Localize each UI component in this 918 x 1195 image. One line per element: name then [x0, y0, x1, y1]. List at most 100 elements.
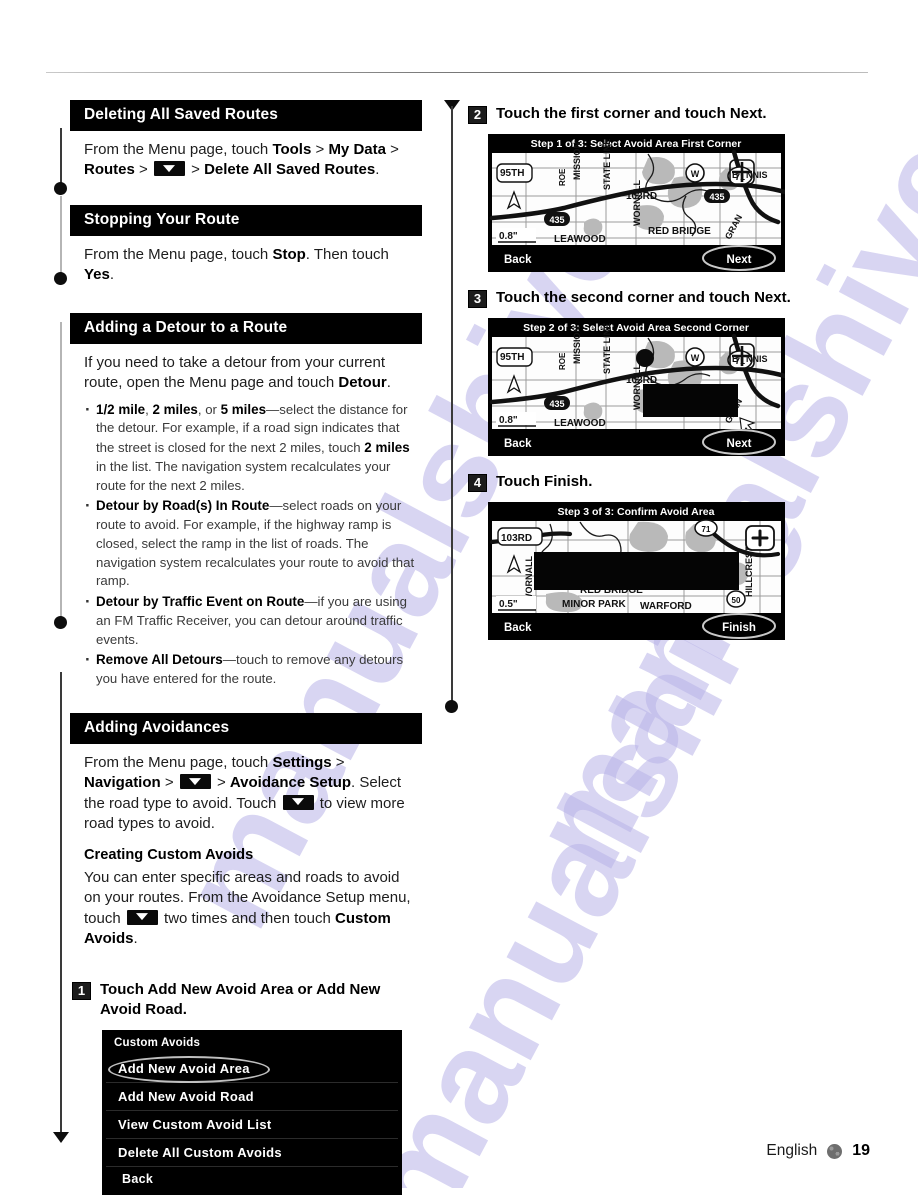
svg-text:WORNALL: WORNALL [524, 556, 534, 602]
screen-title: Step 1 of 3: Select Avoid Area First Cor… [531, 138, 742, 150]
screen-title: Custom Avoids [114, 1036, 201, 1049]
step-1: 1 Touch Add New Avoid Area or Add New Av… [72, 980, 422, 1020]
section-heading: Adding a Detour to a Route [70, 312, 422, 344]
manual-page: manualshive manualshive manualshive Dele… [0, 0, 918, 1195]
menu-item-add-new-avoid-area[interactable]: Add New Avoid Area [102, 1055, 402, 1083]
screen-title: Step 2 of 3: Select Avoid Area Second Co… [523, 322, 749, 334]
section-heading: Deleting All Saved Routes [70, 100, 422, 131]
svg-text:103RD: 103RD [501, 533, 532, 544]
subsection-heading: Creating Custom Avoids [84, 846, 254, 863]
section-paragraph: From the Menu page, touch Tools > My Dat… [84, 140, 399, 179]
svg-text:STATE LINE: STATE LINE [602, 139, 612, 190]
back-button[interactable]: Back [504, 254, 532, 266]
svg-text:435: 435 [709, 192, 724, 202]
step-2: 2 Touch the first corner and touch Next. [468, 104, 820, 124]
step-instruction: Touch the second corner and touch Next. [496, 289, 791, 306]
step-instruction: Touch the first corner and touch Next. [496, 105, 767, 122]
step-number-badge: 1 [72, 981, 91, 1000]
section-stopping-your-route: Stopping Your Route From the Menu page, … [70, 204, 422, 286]
list-item: Detour by Road(s) In Route—select roads … [84, 494, 420, 591]
section-deleting-all-saved-routes: Deleting All Saved Routes From the Menu … [70, 100, 422, 181]
gps-screen-confirm-avoid-area[interactable]: Step 3 of 3: Confirm Avoid Area 71 50 10… [488, 502, 785, 640]
chevron-down-icon [179, 774, 211, 790]
section-adding-avoidances: Adding Avoidances From the Menu page, to… [70, 712, 422, 950]
list-item: Remove All Detours—touch to remove any d… [84, 648, 420, 688]
footer-language: English [766, 1142, 818, 1159]
svg-text:LEAWOOD: LEAWOOD [554, 234, 606, 245]
svg-text:ROE: ROE [558, 352, 567, 370]
section-heading: Stopping Your Route [70, 204, 422, 236]
selection-highlight-ellipse [108, 1055, 270, 1083]
svg-text:435: 435 [549, 215, 564, 225]
svg-text:50: 50 [732, 596, 741, 605]
svg-text:435: 435 [549, 399, 564, 409]
menu-item-label: Delete All Custom Avoids [118, 1144, 282, 1160]
scale-label: 0.8" [499, 231, 518, 242]
avoid-area-rectangle [643, 384, 738, 417]
next-button[interactable]: Next [727, 254, 752, 266]
svg-text:WORNALL: WORNALL [632, 180, 642, 226]
svg-text:ROE: ROE [558, 168, 567, 186]
chevron-down-icon [126, 909, 158, 925]
header-divider [46, 72, 868, 73]
back-button[interactable]: Back [504, 438, 532, 450]
avoid-area-rectangle [534, 552, 739, 590]
svg-text:95TH: 95TH [500, 352, 524, 363]
step-number-badge: 3 [468, 290, 487, 308]
svg-text:MISSION: MISSION [572, 142, 582, 180]
svg-text:MISSION: MISSION [572, 326, 582, 364]
gps-screen-second-corner[interactable]: Step 2 of 3: Select Avoid Area Second Co… [488, 318, 785, 456]
step-instruction: Touch Finish. [496, 473, 593, 490]
menu-item-label: View Custom Avoid List [118, 1116, 272, 1132]
section-paragraph: From the Menu page, touch Settings > Nav… [84, 753, 405, 833]
menu-item-add-new-avoid-road[interactable]: Add New Avoid Road [102, 1083, 402, 1110]
scale-label: 0.8" [499, 415, 518, 426]
svg-text:STATE LINE: STATE LINE [602, 323, 612, 374]
chevron-down-icon [282, 794, 314, 810]
plus-icon[interactable] [745, 525, 775, 551]
svg-text:HILLCREST: HILLCREST [744, 546, 754, 597]
section-paragraph: If you need to take a detour from your c… [84, 353, 391, 392]
list-item: Detour by Traffic Event on Route—if you … [84, 590, 420, 649]
list-item: 1/2 mile, 2 miles, or 5 miles—select the… [84, 398, 420, 496]
svg-text:RED BRIDGE: RED BRIDGE [648, 226, 711, 237]
page-footer: English 19 [766, 1142, 870, 1160]
page-number: 19 [852, 1142, 870, 1159]
chevron-down-icon [153, 161, 185, 177]
menu-item-label: Add New Avoid Road [118, 1088, 254, 1104]
step-number-badge: 2 [468, 106, 487, 124]
section-paragraph-2: You can enter specific areas and roads t… [84, 868, 411, 948]
svg-text:MINOR PARK: MINOR PARK [562, 599, 626, 610]
screenshot-step-1-of-3: Step 1 of 3: Select Avoid Area First Cor… [488, 134, 820, 272]
gps-screen-first-corner[interactable]: Step 1 of 3: Select Avoid Area First Cor… [488, 134, 785, 272]
menu-back-button[interactable]: Back [102, 1167, 402, 1189]
svg-text:LEAWOOD: LEAWOOD [554, 418, 606, 429]
right-column: 2 Touch the first corner and touch Next.… [468, 100, 820, 646]
svg-text:W: W [691, 353, 700, 363]
section-heading: Adding Avoidances [70, 712, 422, 744]
screenshot-step-3-of-3: Step 3 of 3: Confirm Avoid Area 71 50 10… [488, 502, 820, 640]
screenshot-step-2-of-3: Step 2 of 3: Select Avoid Area Second Co… [488, 318, 820, 456]
scale-label: 0.5" [499, 599, 518, 610]
finish-button[interactable]: Finish [722, 622, 756, 634]
svg-text:95TH: 95TH [500, 168, 524, 179]
menu-item-view-custom-avoid-list[interactable]: View Custom Avoid List [102, 1111, 402, 1138]
svg-text:71: 71 [702, 525, 711, 534]
screen-title: Step 3 of 3: Confirm Avoid Area [558, 506, 715, 518]
menu-item-delete-all-custom-avoids[interactable]: Delete All Custom Avoids [102, 1139, 402, 1166]
step-number-badge: 4 [468, 474, 487, 492]
custom-avoids-screen: Custom Avoids Add New Avoid Area Add New… [102, 1029, 402, 1195]
next-button[interactable]: Next [727, 438, 752, 450]
section-paragraph: From the Menu page, touch Stop. Then tou… [84, 245, 389, 284]
step-instruction: Touch Add New Avoid Area or Add New Avoi… [100, 980, 381, 1018]
left-column: Deleting All Saved Routes From the Menu … [70, 100, 422, 1195]
step-4: 4 Touch Finish. [468, 472, 820, 492]
dotted-circle-icon [827, 1143, 843, 1159]
svg-text:WARFORD: WARFORD [640, 601, 692, 612]
svg-text:W: W [691, 169, 700, 179]
section-adding-a-detour: Adding a Detour to a Route If you need t… [70, 312, 422, 689]
svg-text:WORNALL: WORNALL [632, 364, 642, 410]
back-button[interactable]: Back [504, 622, 532, 634]
detour-options-list: 1/2 mile, 2 miles, or 5 miles—select the… [84, 398, 420, 689]
step-3: 3 Touch the second corner and touch Next… [468, 288, 820, 308]
